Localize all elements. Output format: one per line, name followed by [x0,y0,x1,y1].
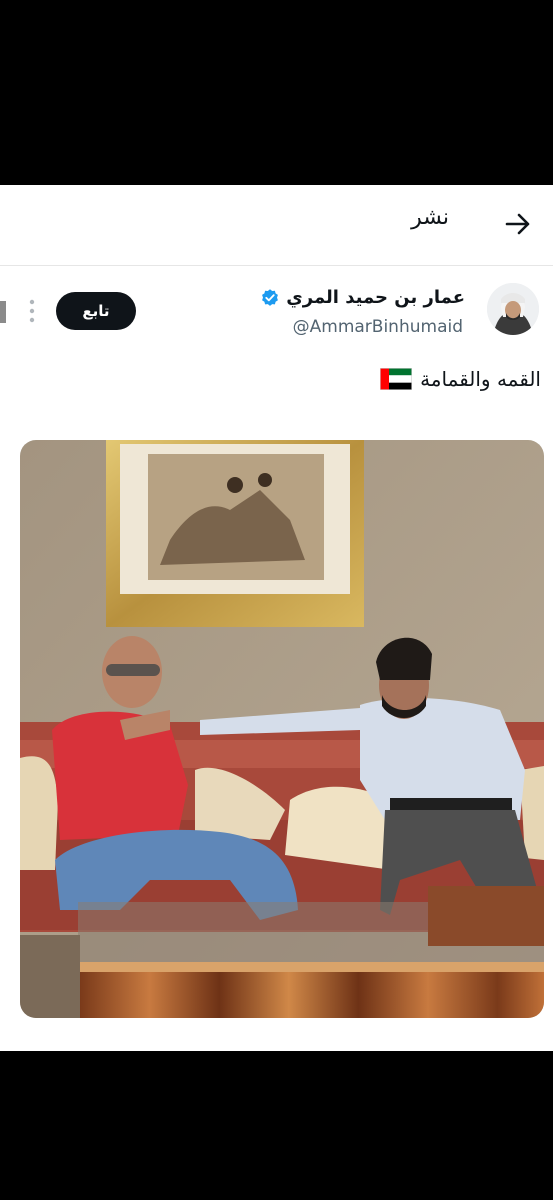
follow-button[interactable]: تابع [56,292,136,330]
tweet-text-content: القمه والقمامة [420,367,541,391]
arrow-right-icon[interactable] [503,209,533,239]
author-handle[interactable]: @AmmarBinhumaid [293,317,463,337]
photo-scene [20,440,544,1018]
uae-flag-icon [380,368,413,390]
post-screen: نشر تابع عمار بن حميد المري @AmmarBinhum… [0,185,553,1051]
top-bar: نشر [0,185,553,265]
verified-badge-icon [262,288,279,306]
author-name-row: عمار بن حميد المري [260,287,465,308]
header-divider [0,265,553,266]
edge-marker [0,301,6,323]
page-title: نشر [411,205,449,230]
tweet-text: القمه والقمامة [380,367,541,391]
tweet-photo[interactable] [20,440,544,1018]
more-vertical-icon[interactable] [24,297,40,325]
avatar[interactable] [487,283,539,335]
avatar-portrait-icon [487,283,539,335]
author-display-name[interactable]: عمار بن حميد المري [286,287,465,308]
